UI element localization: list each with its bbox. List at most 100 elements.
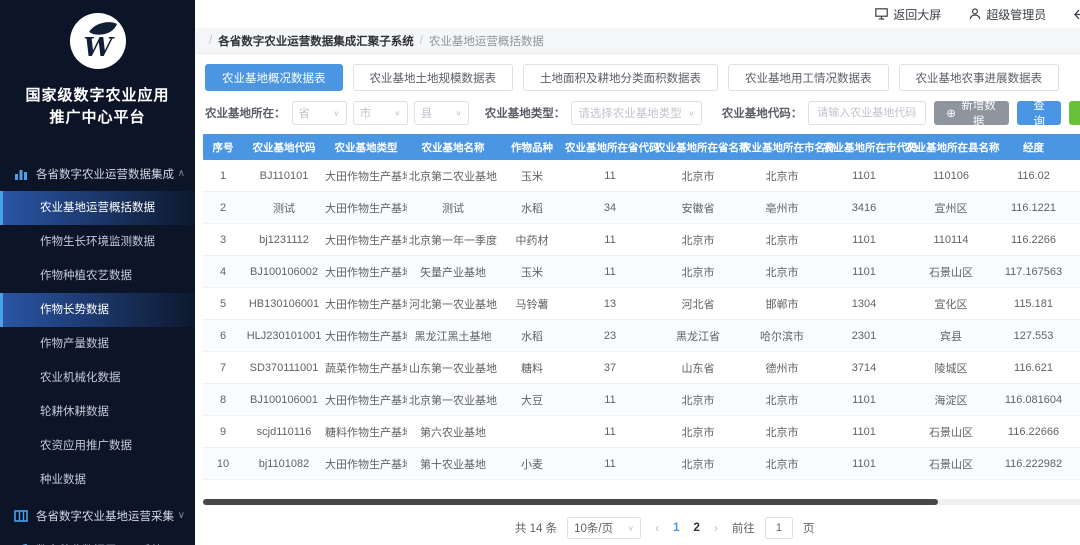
chevron-down-icon: ∨ (455, 109, 462, 118)
table-cell: 大田作物生产基地 (325, 392, 407, 408)
sidebar-item-7[interactable]: 农资应用推广数据 (0, 429, 195, 463)
table-cell: 1101 (823, 458, 905, 470)
prev-page-icon[interactable]: ‹ (651, 521, 663, 535)
goto-page-input[interactable] (765, 517, 793, 539)
page-size-select[interactable]: 10条/页 ∨ (567, 517, 641, 539)
table-cell: 2 (203, 202, 243, 214)
table-cell: BJ100106002 (243, 266, 325, 278)
tab-5[interactable]: 农业基地农事进展数据表 (899, 64, 1060, 91)
sidebar-item-8[interactable]: 种业数据 (0, 463, 195, 497)
table-cell: 大田作物生产基地 (325, 264, 407, 280)
breadcrumb-level1[interactable]: 各省数字农业运营数据集成汇聚子系统 (218, 33, 414, 49)
table-cell: 大田作物生产基地 (325, 296, 407, 312)
table-cell: 黑龙江黑土基地 (407, 328, 499, 344)
main-content: 返回大屏 超级管理员 退出 / 各省数字农业运营数据集成汇聚子系统 / (195, 0, 1080, 545)
page-size-value: 10条/页 (574, 520, 613, 536)
topbar: 返回大屏 超级管理员 退出 (195, 0, 1080, 28)
query-button[interactable]: 查询 (1017, 101, 1061, 125)
app-window: W 国家级数字农业应用 推广中心平台 各省数字农业运营数据集成汇聚子系统 ∧ 农… (0, 0, 1080, 545)
plus-circle-icon: ⊕ (946, 106, 956, 120)
column-header: 农业基地所在市名称 (741, 140, 823, 155)
page-number-1[interactable]: 1 (673, 522, 679, 534)
base-type-select[interactable]: 请选择农业基地类型 ∨ (571, 101, 701, 125)
table-cell: 黑龙江省 (655, 328, 741, 344)
table-cell: 1101 (823, 426, 905, 438)
logout-button[interactable]: 退出 (1074, 6, 1080, 23)
export-button[interactable]: ↥ 导出 (1069, 101, 1080, 125)
table-row: 5HB130106001大田作物生产基地河北第一农业基地马铃薯13河北省邯郸市1… (203, 288, 1080, 320)
horizontal-scrollbar-thumb[interactable] (203, 499, 938, 505)
sidebar-menu: 各省数字农业运营数据集成汇聚子系统 ∧ 农业基地运营概括数据作物生长环境监测数据… (0, 157, 195, 545)
horizontal-scrollbar-track[interactable] (203, 499, 1080, 505)
sidebar-item-3[interactable]: 作物长势数据 (0, 293, 195, 327)
table-cell: 糖料作物生产基地 (325, 424, 407, 440)
table-cell: 马铃薯 (499, 296, 565, 312)
column-header: 农业基地类型 (325, 140, 407, 155)
sidebar-item-5[interactable]: 农业机械化数据 (0, 361, 195, 395)
type-filter-label: 农业基地类型： (485, 105, 566, 121)
base-code-input[interactable] (808, 101, 926, 125)
logo: W 国家级数字农业应用 推广中心平台 (0, 0, 195, 129)
province-placeholder: 省 (299, 105, 311, 121)
total-count-label: 共 14 条 (515, 520, 557, 536)
column-header: 农业基地名称 (407, 140, 499, 155)
table-cell: 石景山区 (905, 264, 997, 280)
table-cell: 河北第一农业基地 (407, 296, 499, 312)
sidebar-item-6[interactable]: 轮耕休耕数据 (0, 395, 195, 429)
table-cell: 116.081604 (997, 394, 1070, 406)
table-cell: 玉米 (499, 168, 565, 184)
sidebar-menu-collection-subsystem[interactable]: 各省数字农业基地运营采集子系统 ∨ (0, 499, 195, 533)
table-cell: 北京市 (741, 232, 823, 248)
back-to-big-screen-button[interactable]: 返回大屏 (875, 6, 941, 23)
page-number-2[interactable]: 2 (693, 522, 699, 534)
goto-label: 前往 (732, 520, 755, 536)
sidebar-item-1[interactable]: 作物生长环境监测数据 (0, 225, 195, 259)
table-cell: 北京市 (741, 456, 823, 472)
table-cell: 海淀区 (905, 392, 997, 408)
tab-1[interactable]: 农业基地概况数据表 (205, 64, 343, 91)
user-icon (969, 8, 981, 20)
tab-2[interactable]: 农业基地土地规模数据表 (353, 64, 514, 91)
city-select[interactable]: 市 ∨ (353, 101, 408, 125)
sidebar-item-0[interactable]: 农业基地运营概括数据 (0, 191, 195, 225)
platform-title: 国家级数字农业应用 推广中心平台 (0, 85, 195, 129)
table-row: 4BJ100106002大田作物生产基地矢量产业基地玉米11北京市北京市1101… (203, 256, 1080, 288)
table-row: 2测试大田作物生产基地测试水稻34安徽省亳州市3416宣州区116.1221 (203, 192, 1080, 224)
sidebar-item-2[interactable]: 作物种植农艺数据 (0, 259, 195, 293)
table-cell: 11 (565, 394, 655, 406)
table-cell: 2301 (823, 330, 905, 342)
sidebar-menu-seed-display-subsystem[interactable]: 数字种业数据展示子系统 (0, 533, 195, 545)
table-cell: 10 (203, 458, 243, 470)
sidebar-menu-integration-subsystem[interactable]: 各省数字农业运营数据集成汇聚子系统 ∧ (0, 157, 195, 191)
table-cell: 北京第一年一季度 (407, 232, 499, 248)
county-select[interactable]: 县 ∨ (414, 101, 469, 125)
tab-3[interactable]: 土地面积及耕地分类面积数据表 (523, 64, 718, 91)
back-label: 返回大屏 (893, 6, 941, 23)
table-header-row: 序号农业基地代码农业基地类型农业基地名称作物品种农业基地所在省代码农业基地所在省… (203, 134, 1080, 160)
data-table: 序号农业基地代码农业基地类型农业基地名称作物品种农业基地所在省代码农业基地所在省… (203, 134, 1080, 480)
column-header: 农业基地代码 (243, 140, 325, 155)
table-cell: 3 (203, 234, 243, 246)
table-cell: 亳州市 (741, 200, 823, 216)
breadcrumb-separator: / (209, 35, 212, 47)
table-cell: 测试 (407, 200, 499, 216)
table-cell: 北京市 (741, 264, 823, 280)
table-cell: 1 (203, 170, 243, 182)
table-cell: 安徽省 (655, 200, 741, 216)
user-name-label: 超级管理员 (986, 6, 1046, 23)
add-data-button[interactable]: ⊕ 新增数据 (934, 101, 1009, 125)
tab-4[interactable]: 农业基地用工情况数据表 (728, 64, 889, 91)
sidebar-item-4[interactable]: 作物产量数据 (0, 327, 195, 361)
chevron-down-icon: ∨ (178, 510, 185, 521)
table-row: 8BJ100106001大田作物生产基地北京第一农业基地大豆11北京市北京市11… (203, 384, 1080, 416)
next-page-icon[interactable]: › (710, 521, 722, 535)
city-placeholder: 市 (360, 105, 372, 121)
column-header: 农业基地所在省名称 (655, 140, 741, 155)
chevron-down-icon: ∨ (688, 109, 695, 118)
table-cell: BJ110101 (243, 170, 325, 182)
menu-label: 各省数字农业运营数据集成汇聚子系统 (36, 166, 174, 182)
user-menu[interactable]: 超级管理员 (969, 6, 1046, 23)
column-header: 农业基地所在县名称 (905, 140, 997, 155)
table-cell: 大田作物生产基地 (325, 200, 407, 216)
province-select[interactable]: 省 ∨ (292, 101, 347, 125)
